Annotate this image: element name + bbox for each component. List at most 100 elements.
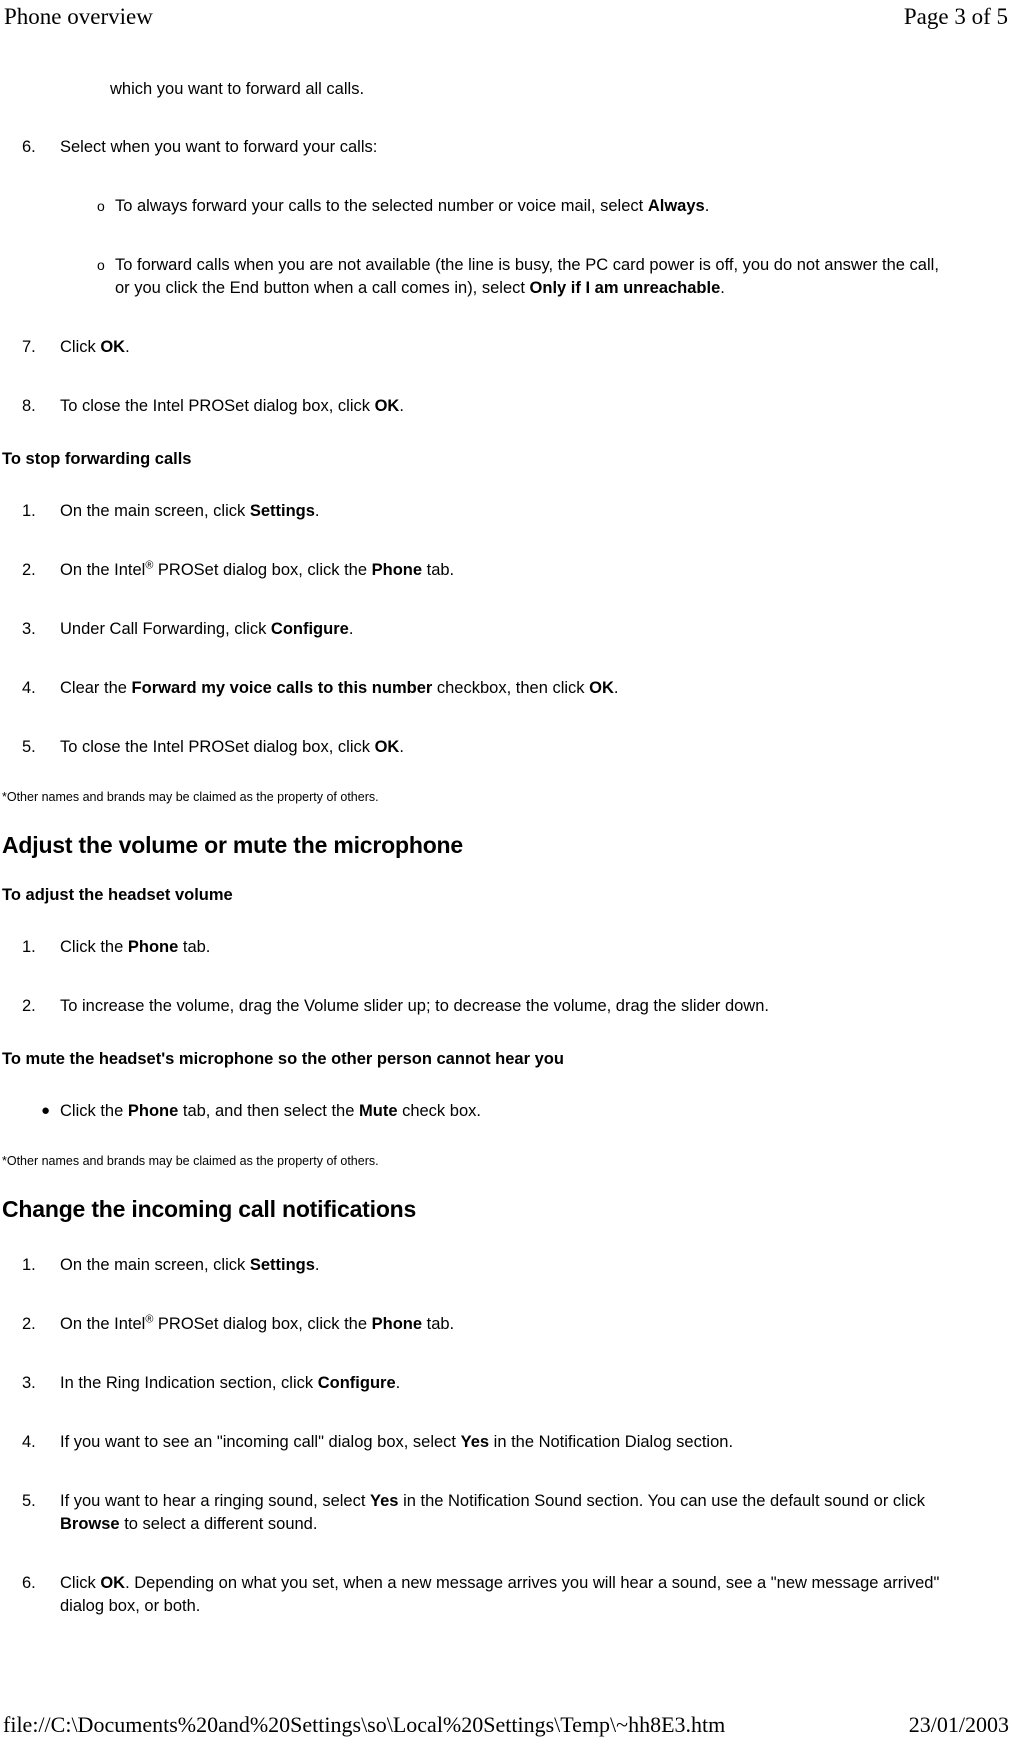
- ui-label-always: Always: [647, 197, 705, 215]
- list-item-text-mid: PROSet dialog box, click the: [153, 561, 372, 579]
- list-item-text-tail: .: [125, 338, 130, 356]
- list-item-text: To forward calls when you are not availa…: [115, 256, 939, 297]
- continued-paragraph-text: which you want to forward all calls.: [110, 80, 365, 98]
- list-item-notif-2: 2. On the Intel® PROSet dialog box, clic…: [0, 1313, 1012, 1336]
- list-item-mute-bullet: ● Click the Phone tab, and then select t…: [0, 1100, 1012, 1123]
- list-item-text-tail: . Depending on what you set, when a new …: [60, 1574, 940, 1615]
- list-item-text-tail: tab.: [422, 561, 455, 579]
- page-running-header: Phone overview Page 3 of 5: [0, 0, 1012, 34]
- ui-label-phone-tab: Phone: [371, 1315, 423, 1333]
- list-item-text: On the main screen, click: [60, 502, 250, 520]
- footnote-trademark-2: *Other names and brands may be claimed a…: [2, 1154, 379, 1168]
- ui-label-settings: Settings: [249, 502, 315, 520]
- list-item-stop-1: 1. On the main screen, click Settings.: [0, 500, 1012, 523]
- list-item-notif-4: 4. If you want to see an "incoming call"…: [0, 1431, 1012, 1454]
- list-item-text-tail: .: [314, 1256, 320, 1274]
- ui-label-phone-tab: Phone: [127, 938, 179, 956]
- list-item-stop-3: 3. Under Call Forwarding, click Configur…: [0, 618, 1012, 641]
- subheading-stop-forwarding: To stop forwarding calls: [2, 450, 192, 468]
- subheading-mute-microphone: To mute the headset's microphone so the …: [2, 1050, 564, 1068]
- list-item-text-mid: tab, and then select the: [178, 1102, 359, 1120]
- section-heading-adjust-volume: Adjust the volume or mute the microphone: [2, 832, 463, 858]
- ui-label-mute: Mute: [359, 1102, 398, 1120]
- ui-label-phone-tab: Phone: [371, 561, 423, 579]
- list-item-notif-3: 3. In the Ring Indication section, click…: [0, 1372, 1012, 1395]
- list-item-stop-4: 4. Clear the Forward my voice calls to t…: [0, 677, 1012, 700]
- list-item-text: Under Call Forwarding, click: [60, 620, 271, 638]
- list-item-text-tail: tab.: [422, 1315, 455, 1333]
- list-item-text: Click: [60, 1574, 101, 1592]
- ui-label-ok: OK: [589, 679, 614, 697]
- header-page-number: Page 3 of 5: [903, 4, 1008, 29]
- list-item-text-tail: check box.: [397, 1102, 481, 1120]
- list-item-sub-always: o To always forward your calls to the se…: [0, 195, 1012, 218]
- list-item-text: On the main screen, click: [60, 1256, 250, 1274]
- list-marker: 4.: [22, 679, 36, 697]
- footer-print-date: 23/01/2003: [908, 1712, 1009, 1737]
- list-marker: 2.: [22, 561, 36, 579]
- list-item-text: To always forward your calls to the sele…: [115, 197, 648, 215]
- list-item-text: To close the Intel PROSet dialog box, cl…: [60, 738, 375, 756]
- page-running-footer: file://C:\Documents%20and%20Settings\so\…: [0, 1711, 1012, 1743]
- list-item-text: On the Intel: [60, 1315, 146, 1333]
- ui-label-configure: Configure: [317, 1374, 396, 1392]
- list-item-text-tail: to select a different sound.: [119, 1515, 318, 1533]
- list-marker: 1.: [22, 502, 36, 520]
- footer-file-path: file://C:\Documents%20and%20Settings\so\…: [3, 1712, 726, 1737]
- ui-label-ok: OK: [100, 1574, 126, 1592]
- list-marker: 3.: [22, 1374, 36, 1392]
- list-marker: 6.: [22, 1574, 36, 1592]
- list-item-sub-unreachable: o To forward calls when you are not avai…: [0, 254, 1012, 300]
- list-item-text-mid: checkbox, then click: [432, 679, 590, 697]
- continued-paragraph: which you want to forward all calls.: [0, 78, 1012, 100]
- list-marker: 5.: [22, 738, 36, 756]
- list-item-text-tail: in the Notification Dialog section.: [489, 1433, 734, 1451]
- list-item-text-tail: .: [348, 620, 354, 638]
- ui-label-yes: Yes: [370, 1492, 399, 1510]
- section-heading-change-notifications: Change the incoming call notifications: [2, 1196, 417, 1222]
- list-marker: 1.: [22, 938, 36, 956]
- list-item-text: To increase the volume, drag the Volume …: [60, 997, 769, 1015]
- list-item-text: To close the Intel PROSet dialog box, cl…: [60, 397, 375, 415]
- list-item-text-tail: .: [314, 502, 320, 520]
- list-marker: 1.: [22, 1256, 36, 1274]
- ui-label-ok: OK: [374, 397, 400, 415]
- list-item-volume-2: 2. To increase the volume, drag the Volu…: [0, 995, 1012, 1018]
- list-marker: 6.: [22, 138, 36, 156]
- ui-label-yes: Yes: [460, 1433, 490, 1451]
- list-item-text: Click the: [60, 938, 128, 956]
- ui-label-configure: Configure: [270, 620, 349, 638]
- ui-label-settings: Settings: [249, 1256, 315, 1274]
- list-item-text: On the Intel: [60, 561, 146, 579]
- list-marker: 3.: [22, 620, 36, 638]
- ui-label-phone-tab: Phone: [127, 1102, 179, 1120]
- ui-label-ok: OK: [374, 738, 400, 756]
- list-item-text-mid: in the Notification Sound section. You c…: [398, 1492, 925, 1510]
- list-marker: 2.: [22, 1315, 36, 1333]
- document-body: which you want to forward all calls. 6. …: [0, 78, 1012, 1618]
- list-item-step-6: 6. Select when you want to forward your …: [0, 136, 1012, 159]
- list-item-text-tail: .: [395, 1374, 401, 1392]
- footnote-trademark-1: *Other names and brands may be claimed a…: [2, 790, 379, 804]
- list-marker: 5.: [22, 1492, 36, 1510]
- list-item-text: Clear the: [60, 679, 132, 697]
- ui-label-only-if-unreachable: Only if I am unreachable: [529, 279, 721, 297]
- subheading-adjust-headset-volume: To adjust the headset volume: [2, 886, 233, 904]
- list-item-stop-2: 2. On the Intel® PROSet dialog box, clic…: [0, 559, 1012, 582]
- header-document-title: Phone overview: [4, 4, 153, 29]
- list-item-volume-1: 1. Click the Phone tab.: [0, 936, 1012, 959]
- list-item-text: If you want to see an "incoming call" di…: [60, 1433, 461, 1451]
- circle-bullet-icon: o: [97, 198, 105, 214]
- list-item-text-mid: PROSet dialog box, click the: [153, 1315, 372, 1333]
- ui-label-ok: OK: [100, 338, 126, 356]
- list-item-text: Click: [60, 338, 101, 356]
- list-item-notif-1: 1. On the main screen, click Settings.: [0, 1254, 1012, 1277]
- list-marker: 7.: [22, 338, 36, 356]
- list-item-step-7: 7. Click OK.: [0, 336, 1012, 359]
- list-item-notif-6: 6. Click OK. Depending on what you set, …: [0, 1572, 1012, 1618]
- list-item-text-tail: .: [704, 197, 710, 215]
- list-item-stop-5: 5. To close the Intel PROSet dialog box,…: [0, 736, 1012, 759]
- list-marker: 8.: [22, 397, 36, 415]
- ui-label-browse: Browse: [60, 1515, 120, 1533]
- list-item-text-tail: .: [399, 397, 404, 415]
